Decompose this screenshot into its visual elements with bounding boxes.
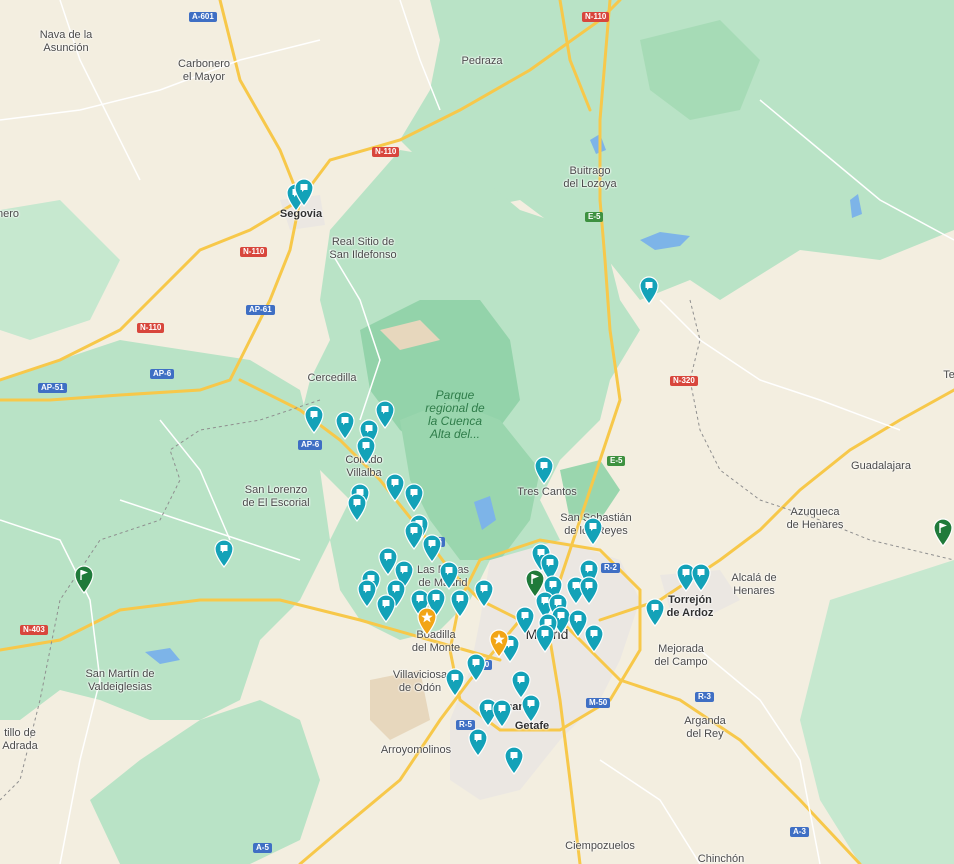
location-pin-marker[interactable]	[303, 404, 325, 434]
place-label: Te	[943, 369, 954, 381]
location-pin-marker[interactable]	[438, 560, 460, 590]
location-pin-marker[interactable]	[582, 516, 604, 546]
place-label: Arganda del Rey	[684, 715, 726, 740]
road-shield: N-110	[137, 323, 165, 333]
road-shield: AP-6	[298, 440, 323, 450]
flag-pin-marker[interactable]	[524, 568, 546, 598]
road-shield: A-5	[253, 843, 272, 853]
location-pin-marker[interactable]	[514, 605, 536, 635]
location-pin-marker[interactable]	[465, 652, 487, 682]
flag-pin-marker[interactable]	[932, 517, 954, 547]
location-pin-marker[interactable]	[334, 410, 356, 440]
road-shield: AP-6	[150, 369, 175, 379]
road-shield: M-50	[586, 698, 611, 708]
flag-pin-marker[interactable]	[73, 564, 95, 594]
road-shield: N-320	[670, 376, 698, 386]
park-label: Parque regional de la Cuenca Alta del...	[425, 388, 485, 441]
location-pin-marker[interactable]	[491, 698, 513, 728]
place-label: nero	[0, 208, 20, 220]
location-pin-marker[interactable]	[520, 693, 542, 723]
location-pin-marker[interactable]	[534, 623, 556, 653]
location-pin-marker[interactable]	[583, 623, 605, 653]
road-shield: R-2	[601, 563, 620, 573]
location-pin-marker[interactable]	[473, 578, 495, 608]
location-pin-marker[interactable]	[403, 482, 425, 512]
location-pin-marker[interactable]	[346, 492, 368, 522]
place-label: Torrejón de Ardoz	[666, 594, 714, 619]
place-label: Mejorada del Campo	[654, 643, 708, 668]
location-pin-marker[interactable]	[638, 275, 660, 305]
place-label: Ciempozuelos	[565, 840, 635, 852]
location-pin-marker[interactable]	[533, 455, 555, 485]
road-shield: E-5	[585, 212, 604, 222]
star-pin-marker[interactable]	[416, 606, 438, 636]
place-label: Real Sitio de San Ildefonso	[329, 236, 397, 261]
location-pin-marker[interactable]	[421, 533, 443, 563]
road-shield: A-3	[790, 827, 809, 837]
place-label: Tres Cantos	[517, 486, 577, 498]
road-shield: N-403	[20, 625, 48, 635]
place-label: San Lorenzo de El Escorial	[242, 484, 310, 509]
road-shield: N-110	[372, 147, 400, 157]
place-label: Arroyomolinos	[380, 744, 452, 756]
location-pin-marker[interactable]	[503, 745, 525, 775]
road-shield: A-601	[189, 12, 217, 22]
road-shield: E-5	[607, 456, 626, 466]
place-label: Alcalá de Henares	[731, 572, 777, 597]
place-label: Azuqueca de Henares	[786, 506, 844, 531]
location-pin-marker[interactable]	[293, 177, 315, 207]
place-label: Chinchón	[697, 853, 745, 864]
star-pin-marker[interactable]	[488, 628, 510, 658]
place-label: Cercedilla	[307, 372, 357, 384]
road-shield: N-110	[240, 247, 268, 257]
place-label: Nava de la Asunción	[39, 29, 93, 54]
place-label: Villaviciosa de Odón	[392, 669, 448, 694]
location-pin-marker[interactable]	[644, 597, 666, 627]
location-pin-marker[interactable]	[449, 588, 471, 618]
place-label: San Martín de Valdeiglesias	[85, 668, 155, 693]
location-pin-marker[interactable]	[444, 667, 466, 697]
road-shield: AP-61	[246, 305, 275, 315]
place-label: Guadalajara	[851, 460, 911, 472]
road-shield: R-3	[695, 692, 714, 702]
map-view[interactable]: Nava de la Asunción Carbonero el Mayor Ped…	[0, 0, 954, 864]
location-pin-marker[interactable]	[375, 593, 397, 623]
location-pin-marker[interactable]	[690, 562, 712, 592]
place-label: Carbonero el Mayor	[178, 58, 230, 83]
location-pin-marker[interactable]	[467, 727, 489, 757]
place-label: Buitrago del Lozoya	[563, 165, 617, 190]
road-shield: AP-51	[38, 383, 67, 393]
location-pin-marker[interactable]	[578, 575, 600, 605]
place-label: tillo de Adrada	[2, 727, 38, 752]
location-pin-marker[interactable]	[213, 538, 235, 568]
road-shield: N-110	[582, 12, 610, 22]
location-pin-marker[interactable]	[355, 435, 377, 465]
place-label: Pedraza	[461, 55, 503, 67]
